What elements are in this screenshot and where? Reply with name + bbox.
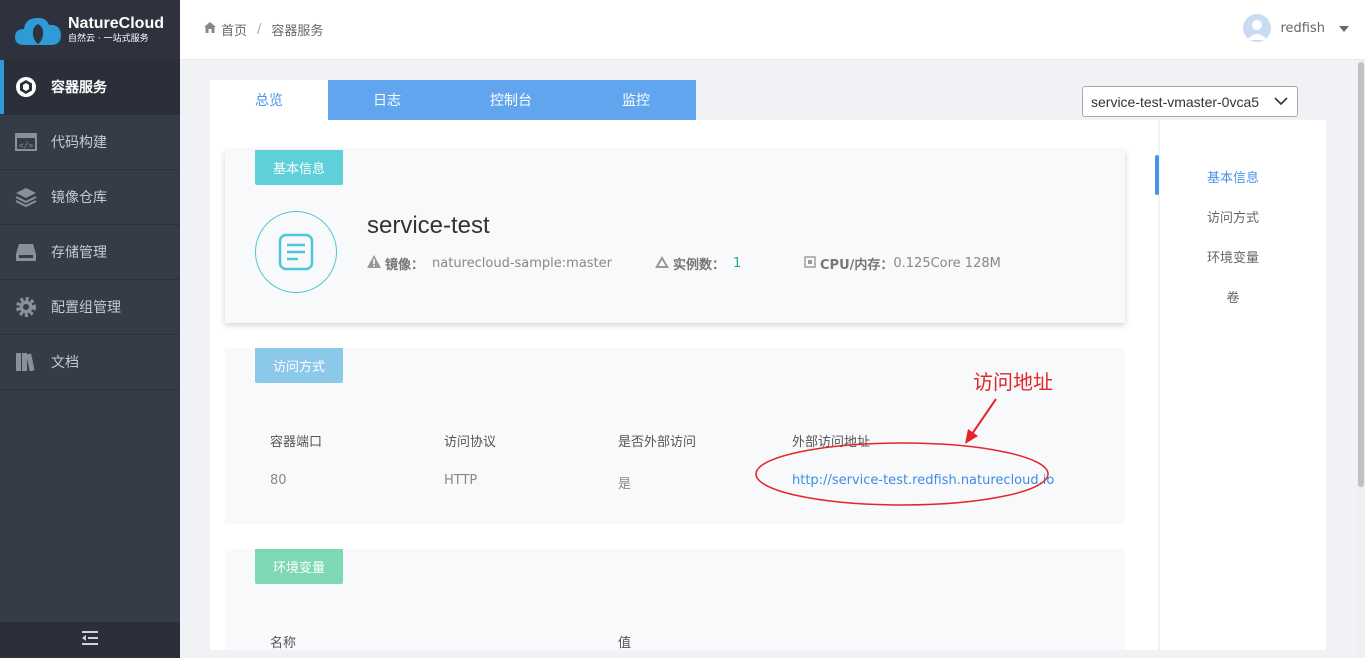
cpu-value: 0.125Core 128M <box>893 256 1001 271</box>
col-external-access: 是否外部访问 <box>618 435 697 450</box>
breadcrumb-home[interactable]: 首页 <box>221 20 247 39</box>
col-env-name: 名称 <box>270 636 297 650</box>
brand-name: NatureCloud <box>68 15 164 32</box>
anchor-access[interactable]: 访问方式 <box>1160 207 1306 226</box>
sidebar-item-label: 容器服务 <box>51 80 107 96</box>
sidebar: NatureCloud 自然云 · 一站式服务 容器服务 </> 代码构建 镜像… <box>0 0 180 658</box>
sidebar-item-storage[interactable]: 存储管理 <box>0 225 180 280</box>
service-icon <box>255 211 337 293</box>
access-tag: 访问方式 <box>255 348 343 383</box>
breadcrumb-current: 容器服务 <box>271 24 324 39</box>
col-env-value: 值 <box>618 636 632 650</box>
version-select[interactable]: service-test-vmaster-0vca5 <box>1082 86 1298 117</box>
tab-console[interactable]: 控制台 <box>446 80 576 120</box>
top-header: 首页 / 容器服务 redfish <box>180 0 1365 60</box>
user-menu[interactable]: redfish <box>1243 14 1349 42</box>
external-address-link[interactable]: http://service-test.redfish.naturecloud.… <box>792 473 1054 488</box>
cloud-icon <box>655 255 669 272</box>
anchor-env[interactable]: 环境变量 <box>1160 247 1306 266</box>
cpu-icon <box>804 255 816 272</box>
env-section: 环境变量 名称 值 <box>225 549 1125 650</box>
sidebar-item-config-group[interactable]: 配置组管理 <box>0 280 180 335</box>
cpu-label: CPU/内存： <box>820 258 894 273</box>
anchor-nav: 基本信息 访问方式 环境变量 卷 <box>1160 120 1326 650</box>
tab-overview[interactable]: 总览 <box>210 80 328 120</box>
gear-icon <box>14 295 38 319</box>
caret-down-icon <box>1339 21 1349 36</box>
image-value: naturecloud-sample:master <box>432 256 612 271</box>
logo[interactable]: NatureCloud 自然云 · 一站式服务 <box>0 0 180 60</box>
image-label: 镜像： <box>385 258 425 273</box>
sidebar-item-code-build[interactable]: </> 代码构建 <box>0 115 180 170</box>
tab-logs[interactable]: 日志 <box>328 80 446 120</box>
tab-monitor[interactable]: 监控 <box>576 80 696 120</box>
col-protocol: 访问协议 <box>444 435 497 450</box>
anchor-volumes[interactable]: 卷 <box>1160 287 1306 306</box>
cloud-logo-icon <box>14 13 62 47</box>
cell-port: 80 <box>270 473 287 488</box>
sidebar-item-label: 配置组管理 <box>51 300 121 316</box>
anchor-active-indicator <box>1155 155 1159 195</box>
tab-bar: 总览 日志 控制台 监控 <box>210 80 696 120</box>
username: redfish <box>1280 20 1325 36</box>
breadcrumb-separator: / <box>257 22 262 37</box>
env-tag: 环境变量 <box>255 549 343 584</box>
sidebar-item-label: 代码构建 <box>51 135 107 151</box>
instances-value: 1 <box>733 256 742 271</box>
avatar <box>1243 14 1272 42</box>
basic-info-card: 基本信息 service-test 镜像： naturecloud-sample… <box>225 150 1125 323</box>
breadcrumb: 首页 / 容器服务 <box>180 20 323 39</box>
collapse-sidebar-button[interactable] <box>0 622 180 658</box>
sidebar-item-image-repo[interactable]: 镜像仓库 <box>0 170 180 225</box>
container-icon <box>14 75 38 99</box>
image-info: 镜像： naturecloud-sample:master <box>367 254 612 273</box>
chevron-down-icon <box>1273 93 1289 112</box>
sidebar-item-label: 存储管理 <box>51 245 107 261</box>
service-name: service-test <box>367 212 490 239</box>
home-icon <box>204 22 216 37</box>
layers-icon <box>14 185 38 209</box>
page-scrollbar[interactable] <box>1357 60 1365 658</box>
code-icon: </> <box>14 130 38 154</box>
annotation-label: 访问地址 <box>973 370 1053 394</box>
sidebar-item-label: 镜像仓库 <box>51 190 107 206</box>
basic-info-tag: 基本信息 <box>255 150 343 185</box>
sidebar-item-container-service[interactable]: 容器服务 <box>0 60 180 115</box>
instances-label: 实例数： <box>673 258 726 273</box>
books-icon <box>14 350 38 374</box>
warning-icon <box>367 255 381 272</box>
scrollbar-thumb[interactable] <box>1358 62 1364 487</box>
cell-external: 是 <box>618 477 632 492</box>
version-select-value: service-test-vmaster-0vca5 <box>1091 93 1260 110</box>
col-container-port: 容器端口 <box>270 435 323 450</box>
cpu-memory-info: CPU/内存： 0.125Core 128M <box>804 254 1001 273</box>
collapse-menu-icon <box>82 631 98 649</box>
instances-info: 实例数： 1 <box>655 254 741 273</box>
storage-icon <box>14 240 38 264</box>
sidebar-item-docs[interactable]: 文档 <box>0 335 180 390</box>
cell-protocol: HTTP <box>444 473 478 488</box>
svg-text:</>: </> <box>19 141 34 150</box>
brand-slogan: 自然云 · 一站式服务 <box>68 34 149 44</box>
sidebar-item-label: 文档 <box>51 355 79 371</box>
col-external-address: 外部访问地址 <box>792 435 871 450</box>
anchor-basic-info[interactable]: 基本信息 <box>1160 167 1306 186</box>
